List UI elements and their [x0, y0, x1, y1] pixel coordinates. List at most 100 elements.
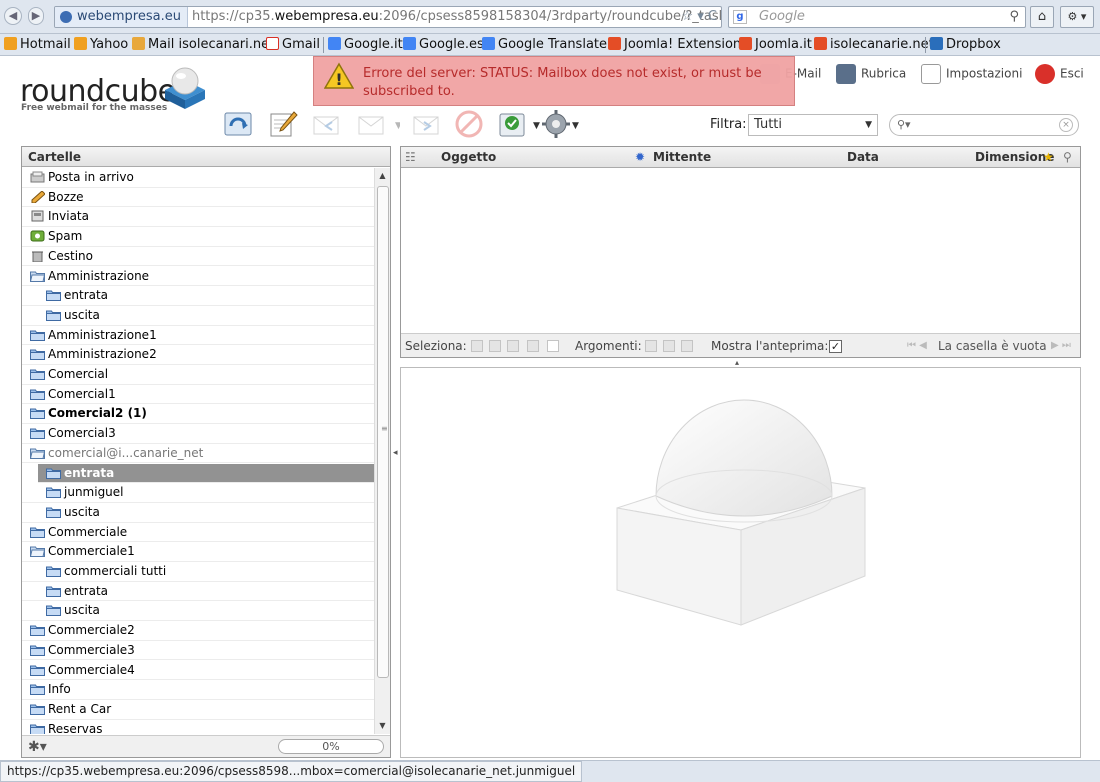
- logout-button[interactable]: Esci: [1035, 64, 1084, 88]
- address-bar[interactable]: webempresa.eu https://cp35.webempresa.eu:…: [54, 6, 722, 28]
- folder-item[interactable]: entrata: [22, 582, 374, 602]
- folder-item[interactable]: Amministrazione1: [22, 326, 374, 346]
- folder-label: Bozze: [48, 189, 84, 204]
- vertical-splitter[interactable]: ◂: [393, 448, 398, 458]
- back-button[interactable]: ◀: [4, 7, 22, 25]
- folder-item[interactable]: comercial@i...canarie_net: [22, 444, 374, 464]
- mark-button[interactable]: ▼: [497, 108, 542, 140]
- folder-item[interactable]: Rent a Car: [22, 700, 374, 720]
- first-page-icon[interactable]: ⏮ ◀: [907, 334, 927, 358]
- bookmark-hotmail[interactable]: Hotmail: [4, 37, 71, 52]
- column-from[interactable]: Mittente: [653, 147, 711, 168]
- select-page-icon[interactable]: [489, 340, 501, 352]
- google-icon[interactable]: g: [733, 10, 747, 24]
- folder-item[interactable]: Commerciale3: [22, 641, 374, 661]
- folder-item[interactable]: Comercial3: [22, 424, 374, 444]
- joomla-icon: [608, 37, 621, 50]
- folder-item[interactable]: uscita: [22, 306, 374, 326]
- select-invert-icon[interactable]: [527, 340, 539, 352]
- bookmark-dropbox[interactable]: Dropbox: [930, 37, 1001, 52]
- compose-button[interactable]: [267, 108, 299, 140]
- folder-item[interactable]: Amministrazione2: [22, 345, 374, 365]
- check-mail-button[interactable]: [222, 108, 254, 140]
- folder-open-icon: [30, 546, 45, 558]
- delete-button[interactable]: [453, 108, 485, 140]
- browser-search-input[interactable]: g Google ⚲: [728, 6, 1026, 28]
- collapse-all-icon[interactable]: [681, 340, 693, 352]
- folder-item[interactable]: Comercial1: [22, 385, 374, 405]
- folder-icon: [46, 468, 61, 479]
- reply-all-button[interactable]: ▼: [355, 108, 400, 140]
- quick-search-input[interactable]: ⚲▾ ×: [889, 114, 1079, 136]
- more-actions-button[interactable]: ▼: [540, 108, 580, 140]
- folder-item[interactable]: Reservas: [22, 720, 374, 734]
- bookmark-google-it[interactable]: Google.it: [328, 37, 403, 52]
- forward-button[interactable]: ▶: [28, 7, 44, 25]
- column-subject[interactable]: Oggetto: [441, 147, 496, 168]
- folder-icon: [30, 684, 45, 696]
- folder-item[interactable]: Spam: [22, 227, 374, 247]
- roundcube-logo[interactable]: roundcube Free webmail for the masses: [20, 67, 220, 120]
- search-icon[interactable]: ⚲▾: [897, 118, 911, 131]
- bookmark-gmail[interactable]: Gmail: [266, 37, 320, 52]
- folder-label: uscita: [64, 603, 100, 618]
- horizontal-splitter[interactable]: ▴: [735, 358, 739, 367]
- extensions-button[interactable]: ⚙ ▾: [1060, 6, 1094, 28]
- folder-item[interactable]: Amministrazione: [22, 267, 374, 287]
- clear-search-icon[interactable]: ×: [1059, 118, 1073, 132]
- folder-scrollbar[interactable]: ▲ ≡ ▼: [374, 168, 390, 734]
- folder-item[interactable]: Inviata: [22, 207, 374, 228]
- bookmark-mail[interactable]: Mail isolecanari.net: [132, 37, 274, 52]
- url-actions[interactable]: ☆ ▾ C: [681, 7, 717, 27]
- search-icon[interactable]: ⚲: [1009, 7, 1019, 27]
- expand-unread-icon[interactable]: [663, 340, 675, 352]
- bookmark-google-translate[interactable]: Google Translate: [482, 37, 607, 52]
- folder-item[interactable]: Info: [22, 680, 374, 700]
- folder-item[interactable]: Commerciale1: [22, 542, 374, 562]
- task-settings[interactable]: Impostazioni: [921, 64, 1022, 88]
- home-button[interactable]: ⌂: [1030, 6, 1054, 28]
- folder-item[interactable]: Commerciale4: [22, 661, 374, 681]
- select-all-icon[interactable]: [471, 340, 483, 352]
- bookmark-google-es[interactable]: Google.es: [403, 37, 484, 52]
- folder-item[interactable]: Posta in arrivo: [22, 168, 374, 188]
- forward-mail-button[interactable]: [410, 108, 442, 140]
- folder-icon: [46, 290, 61, 302]
- scroll-up-icon[interactable]: ▲: [375, 168, 390, 184]
- folder-item[interactable]: entrata: [38, 463, 374, 484]
- bookmark-yahoo[interactable]: Yahoo: [74, 37, 128, 52]
- filter-select[interactable]: Tutti ▼: [748, 114, 878, 136]
- folder-item[interactable]: uscita: [22, 503, 374, 523]
- folder-item[interactable]: junmiguel: [22, 483, 374, 503]
- expand-all-icon[interactable]: [645, 340, 657, 352]
- folder-item[interactable]: entrata: [22, 286, 374, 306]
- folder-label: comercial@i...canarie_net: [48, 445, 204, 460]
- folder-item[interactable]: Comercial: [22, 365, 374, 385]
- folder-item[interactable]: Commerciale2: [22, 621, 374, 641]
- folder-item[interactable]: commerciali tutti: [22, 562, 374, 582]
- column-date[interactable]: Data: [847, 147, 879, 168]
- site-identity[interactable]: webempresa.eu: [55, 7, 188, 27]
- preview-checkbox[interactable]: ✓: [829, 340, 842, 353]
- folder-item[interactable]: Cestino: [22, 247, 374, 267]
- scroll-thumb[interactable]: ≡: [377, 186, 389, 678]
- folder-actions-gear-icon[interactable]: ✱▾: [28, 739, 47, 755]
- error-message[interactable]: ! Errore del server: STATUS: Mailbox doe…: [313, 56, 795, 106]
- drafts-icon: [31, 190, 45, 203]
- list-options-icon[interactable]: ☷: [405, 147, 416, 168]
- select-unread-icon[interactable]: [507, 340, 519, 352]
- bookmark-joomla-extensions[interactable]: Joomla! Extensions: [608, 37, 748, 52]
- folder-item[interactable]: Comercial2 (1): [22, 404, 374, 425]
- reply-button[interactable]: [310, 108, 342, 140]
- mail-icon: [132, 37, 145, 50]
- svg-text:▼: ▼: [395, 121, 400, 131]
- bookmark-joomla-it[interactable]: Joomla.it: [739, 37, 812, 52]
- select-none-icon[interactable]: [547, 340, 559, 352]
- scroll-down-icon[interactable]: ▼: [375, 718, 390, 734]
- folder-item[interactable]: Commerciale: [22, 523, 374, 543]
- task-addressbook[interactable]: Rubrica: [836, 64, 906, 88]
- bookmark-isolecanarie[interactable]: isolecanarie.net: [814, 37, 934, 52]
- folder-item[interactable]: uscita: [22, 601, 374, 622]
- folder-item[interactable]: Bozze: [22, 188, 374, 208]
- last-page-icon[interactable]: ▶ ⏭: [1051, 334, 1071, 358]
